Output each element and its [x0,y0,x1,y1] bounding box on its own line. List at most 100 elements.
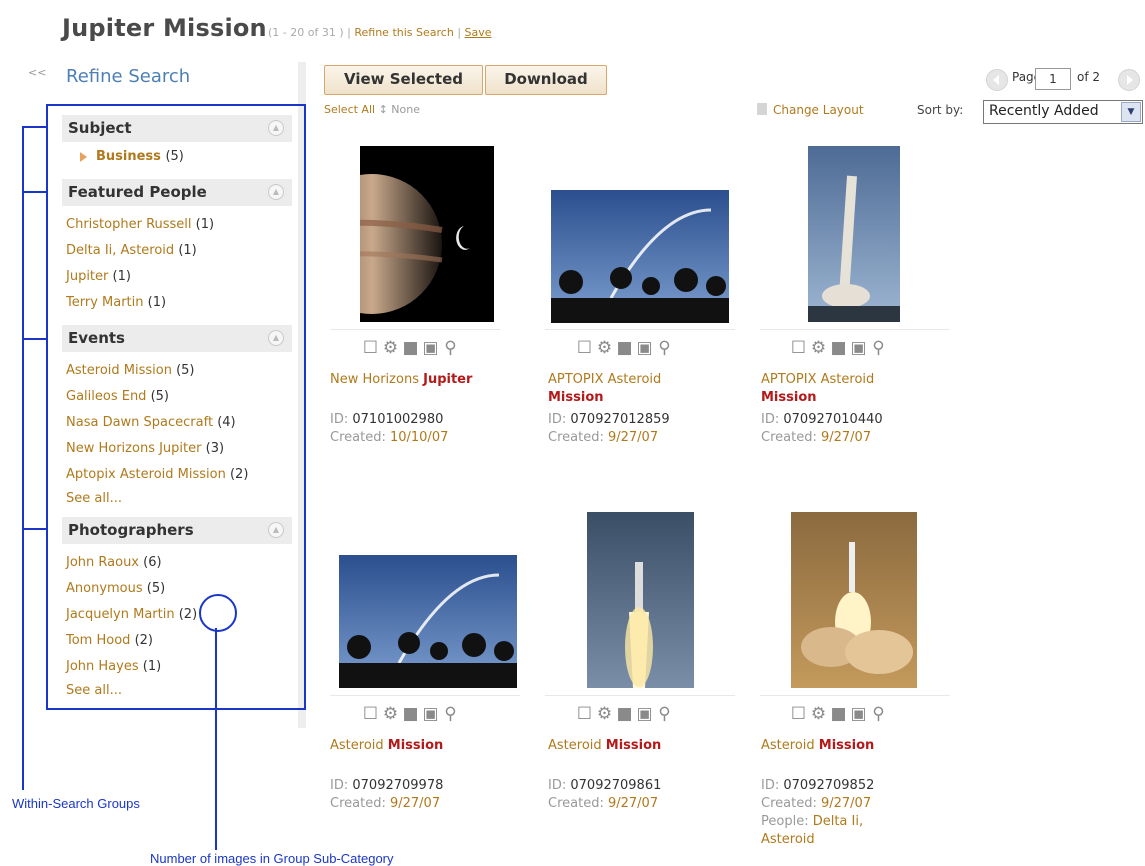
annotation-line [22,528,46,530]
rocket-launch-image [801,542,913,674]
separator: | [457,26,462,39]
sort-select[interactable]: Recently Added ▼ [983,100,1143,124]
download-icon[interactable]: ■ [616,704,636,724]
gear-icon[interactable]: ⚙ [810,338,830,358]
download-icon[interactable]: ■ [830,704,850,724]
gear-icon[interactable]: ⚙ [382,338,402,358]
save-search-link[interactable]: Save [465,26,492,39]
result-people: People: Delta Ii, Asteroid [761,814,864,847]
save-icon[interactable]: ▣ [850,338,870,358]
rocket-launch-image [625,562,653,688]
result-actions: ☐ ⚙■▣ ⚲ [362,704,462,724]
download-button[interactable]: Download [485,65,607,95]
zoom-icon[interactable]: ⚲ [656,338,676,358]
result-id: ID: 070927012859 [548,412,670,427]
result-created: Created: 9/27/07 [761,796,872,811]
select-all-link[interactable]: Select All [324,103,375,116]
result-created: Created: 9/27/07 [761,430,872,445]
page-total: of 2 [1077,70,1101,84]
download-icon[interactable]: ■ [830,338,850,358]
result-range: (1 - 20 of 31 ) [268,26,344,39]
separator: | [347,26,351,39]
result-id: ID: 07092709978 [330,778,444,793]
result-thumbnail[interactable] [339,555,517,688]
sidebar-title: Refine Search [66,66,191,87]
result-caption[interactable]: Asteroid Mission [330,737,510,755]
gear-icon[interactable]: ⚙ [596,338,616,358]
divider [760,329,950,330]
layout-icon [757,103,767,115]
result-caption[interactable]: APTOPIX Asteroid Mission [761,371,941,407]
page-title: Jupiter Mission [62,14,267,42]
page-input[interactable]: 1 [1035,68,1071,90]
zoom-icon[interactable]: ⚲ [656,704,676,724]
zoom-icon[interactable]: ⚲ [442,338,462,358]
save-icon[interactable]: ▣ [636,704,656,724]
chevron-down-icon[interactable]: ▼ [1121,102,1141,122]
result-actions: ☐ ⚙■▣ ⚲ [790,338,890,358]
select-none-link[interactable]: ↕ None [379,103,420,116]
result-actions: ☐ ⚙■▣ ⚲ [362,338,462,358]
save-icon[interactable]: ▣ [422,338,442,358]
result-created: Created: 9/27/07 [548,796,659,811]
result-id: ID: 070927010440 [761,412,883,427]
result-created: Created: 9/27/07 [548,430,659,445]
gear-icon[interactable]: ⚙ [382,704,402,724]
result-thumbnail[interactable] [551,190,729,323]
divider [760,695,950,696]
rocket-launch-image [808,175,900,322]
checkbox-icon[interactable]: ☐ [576,704,596,724]
annotation-line [22,338,46,340]
gear-icon[interactable]: ⚙ [596,704,616,724]
launch-crowd-image [339,573,517,688]
launch-crowd-image [551,208,729,323]
annotation-frame [46,104,306,710]
change-layout-button[interactable]: Change Layout [757,103,864,117]
annotation-line [22,126,24,790]
refine-search-link[interactable]: Refine this Search [354,26,453,39]
annotation-line [22,126,46,128]
save-icon[interactable]: ▣ [850,704,870,724]
annotation-circle [199,594,237,632]
save-icon[interactable]: ▣ [422,704,442,724]
result-thumbnail[interactable] [360,146,494,322]
jupiter-image [360,174,470,314]
result-thumbnail[interactable] [791,512,917,688]
result-created: Created: 10/10/07 [330,430,449,445]
result-summary: (1 - 20 of 31 ) | Refine this Search | S… [268,26,492,39]
result-caption[interactable]: New Horizons Jupiter [330,371,520,389]
sort-by-label: Sort by: [917,103,964,117]
checkbox-icon[interactable]: ☐ [576,338,596,358]
select-controls: Select All ↕ None [324,103,420,116]
zoom-icon[interactable]: ⚲ [870,338,890,358]
prev-page-button[interactable] [986,69,1008,91]
result-thumbnail[interactable] [808,146,900,322]
annotation-count-label: Number of images in Group Sub-Category [150,851,394,866]
checkbox-icon[interactable]: ☐ [362,704,382,724]
result-caption[interactable]: Asteroid Mission [761,737,941,755]
result-caption[interactable]: Asteroid Mission [548,737,728,755]
zoom-icon[interactable]: ⚲ [442,704,462,724]
annotation-line [22,191,46,193]
download-icon[interactable]: ■ [402,338,422,358]
gear-icon[interactable]: ⚙ [810,704,830,724]
download-icon[interactable]: ■ [616,338,636,358]
result-id: ID: 07101002980 [330,412,444,427]
result-id: ID: 07092709861 [548,778,662,793]
zoom-icon[interactable]: ⚲ [870,704,890,724]
result-id: ID: 07092709852 [761,778,875,793]
checkbox-icon[interactable]: ☐ [790,338,810,358]
view-selected-button[interactable]: View Selected [324,65,483,95]
result-thumbnail[interactable] [587,512,694,688]
checkbox-icon[interactable]: ☐ [790,704,810,724]
collapse-sidebar-button[interactable]: << [28,66,46,79]
divider [545,329,735,330]
divider [545,695,735,696]
annotation-line [215,628,217,850]
result-caption[interactable]: APTOPIX Asteroid Mission [548,371,728,407]
download-icon[interactable]: ■ [402,704,422,724]
divider [330,695,520,696]
save-icon[interactable]: ▣ [636,338,656,358]
next-page-button[interactable] [1118,69,1140,91]
checkbox-icon[interactable]: ☐ [362,338,382,358]
